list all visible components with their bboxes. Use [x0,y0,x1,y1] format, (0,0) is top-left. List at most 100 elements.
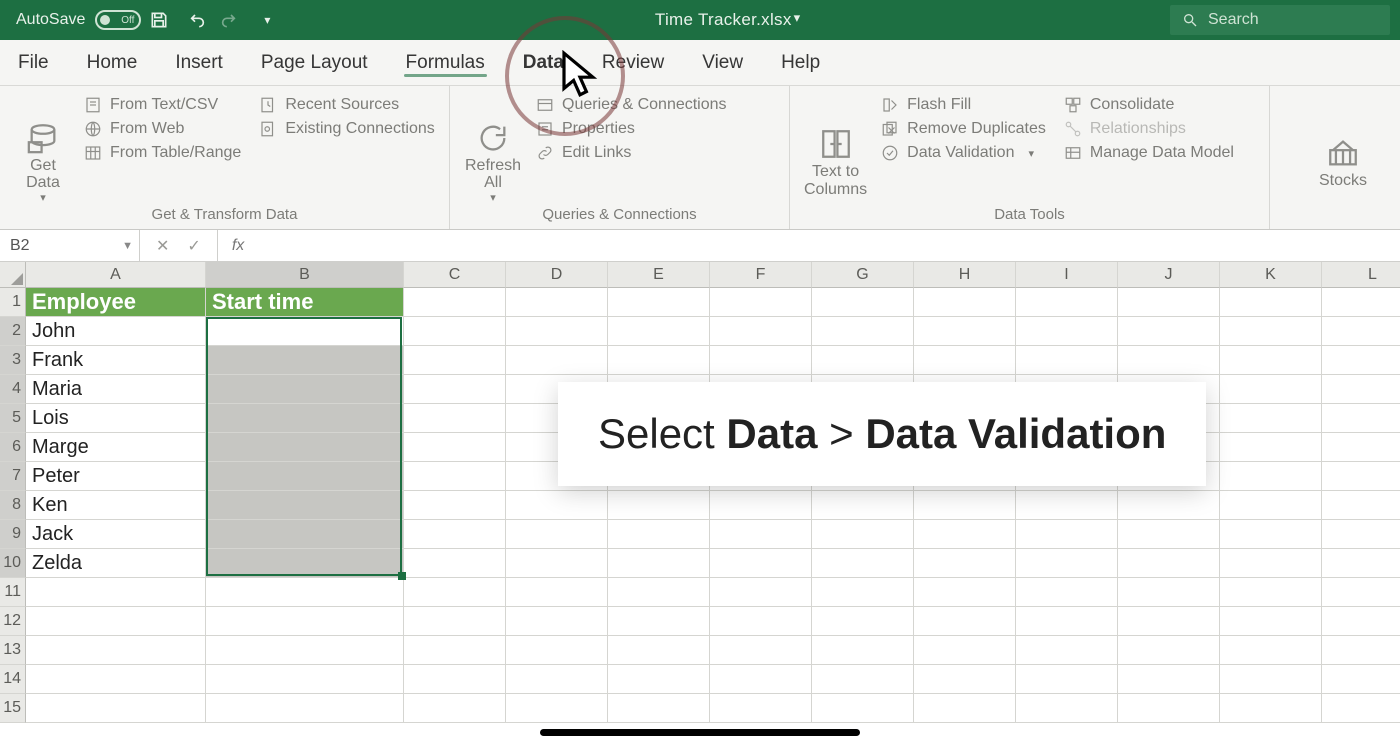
cell[interactable] [404,346,506,375]
cell[interactable] [710,607,812,636]
cell[interactable] [404,520,506,549]
cell[interactable] [1322,607,1400,636]
cell[interactable] [1118,549,1220,578]
cell[interactable] [1322,375,1400,404]
row-header[interactable]: 7 [0,462,26,491]
recent-sources[interactable]: Recent Sources [259,96,434,114]
cell[interactable] [206,462,404,491]
cancel-icon[interactable]: ✕ [156,236,169,256]
cell[interactable] [812,346,914,375]
cell[interactable] [506,520,608,549]
cell[interactable] [404,288,506,317]
cell[interactable] [1118,607,1220,636]
undo-icon[interactable] [177,0,213,40]
column-header[interactable]: H [914,262,1016,288]
column-header[interactable]: B [206,262,404,288]
tab-view[interactable]: View [702,40,743,85]
column-header[interactable]: I [1016,262,1118,288]
cell[interactable] [1220,491,1322,520]
cell[interactable] [404,462,506,491]
cell[interactable] [1118,520,1220,549]
properties[interactable]: Properties [536,120,727,138]
cell[interactable] [506,636,608,665]
cell[interactable] [608,346,710,375]
cell[interactable] [404,694,506,723]
cell[interactable] [1016,317,1118,346]
cell[interactable] [1322,462,1400,491]
cell[interactable] [812,578,914,607]
cell[interactable] [404,636,506,665]
cell[interactable]: Peter [26,462,206,491]
cell[interactable] [26,694,206,723]
cell[interactable] [914,346,1016,375]
tab-formulas[interactable]: Formulas [406,40,485,85]
cell[interactable] [404,317,506,346]
enter-icon[interactable]: ✓ [187,236,200,256]
cell[interactable] [206,404,404,433]
cell[interactable] [506,549,608,578]
cell[interactable]: Marge [26,433,206,462]
cell[interactable] [1322,346,1400,375]
formula-input[interactable] [258,230,1400,261]
cell[interactable] [1220,404,1322,433]
column-header[interactable]: E [608,262,710,288]
cell[interactable] [1016,636,1118,665]
row-header[interactable]: 2 [0,317,26,346]
cell[interactable] [1322,520,1400,549]
cell[interactable] [914,288,1016,317]
cell[interactable] [1118,578,1220,607]
cell[interactable] [608,491,710,520]
cell[interactable] [812,520,914,549]
autosave-toggle[interactable]: Off [95,10,141,30]
cell[interactable] [608,665,710,694]
tab-home[interactable]: Home [87,40,138,85]
cell[interactable] [1322,433,1400,462]
cell[interactable] [206,520,404,549]
cell[interactable] [206,636,404,665]
cell[interactable] [1016,607,1118,636]
from-text-csv[interactable]: From Text/CSV [84,96,241,114]
cell[interactable] [812,607,914,636]
cell[interactable] [710,520,812,549]
cell[interactable] [506,578,608,607]
cell[interactable] [1220,665,1322,694]
cell[interactable] [1118,491,1220,520]
cell[interactable] [404,549,506,578]
spreadsheet-grid[interactable]: ABCDEFGHIJKL 123456789101112131415 Emplo… [0,262,1400,746]
column-header[interactable]: D [506,262,608,288]
cell[interactable] [608,317,710,346]
stocks-button[interactable]: Stocks [1314,96,1372,229]
cell[interactable] [812,694,914,723]
cell[interactable] [404,404,506,433]
cell[interactable]: Ken [26,491,206,520]
cell[interactable] [812,636,914,665]
cell[interactable]: Lois [26,404,206,433]
cell[interactable] [506,607,608,636]
cell[interactable]: Maria [26,375,206,404]
cell[interactable] [1220,462,1322,491]
column-header[interactable]: L [1322,262,1400,288]
cell[interactable] [608,578,710,607]
cell[interactable] [1220,636,1322,665]
remove-duplicates[interactable]: Remove Duplicates [881,120,1046,138]
cell[interactable] [404,375,506,404]
cell[interactable] [1220,694,1322,723]
manage-data-model[interactable]: Manage Data Model [1064,144,1234,162]
row-header[interactable]: 8 [0,491,26,520]
cell[interactable] [1016,491,1118,520]
cell[interactable] [206,317,404,346]
select-all-corner[interactable] [0,262,26,288]
row-header[interactable]: 14 [0,665,26,694]
cell[interactable] [1220,317,1322,346]
cell[interactable] [812,491,914,520]
cell[interactable] [206,694,404,723]
column-header[interactable]: C [404,262,506,288]
cell[interactable] [506,694,608,723]
column-header[interactable]: A [26,262,206,288]
cell[interactable] [1322,578,1400,607]
cell[interactable] [1322,694,1400,723]
tab-insert[interactable]: Insert [175,40,223,85]
cell[interactable] [1322,288,1400,317]
cell[interactable] [26,578,206,607]
cell[interactable] [206,491,404,520]
